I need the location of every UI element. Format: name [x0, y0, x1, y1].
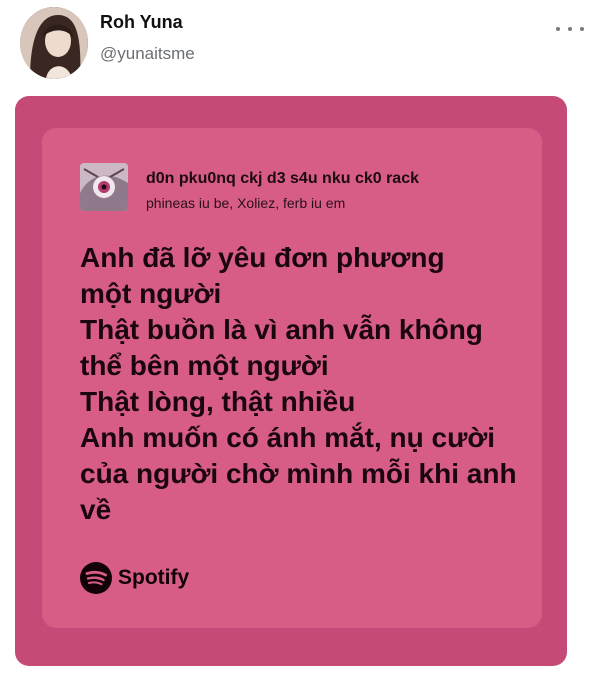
dot [556, 27, 560, 31]
spotify-brand: Spotify [80, 561, 189, 595]
dot [580, 27, 584, 31]
avatar-image [20, 7, 88, 79]
track-title: d0n pku0nq ckj d3 s4u nku ck0 rack [146, 170, 419, 187]
spotify-logo-icon [80, 562, 112, 594]
lyric-line: Anh đã lỡ yêu đơn phương [80, 242, 445, 273]
lyrics-text: Anh đã lỡ yêu đơn phương một người Thật … [80, 240, 530, 528]
lyric-line: Thật buồn là vì anh vẫn không [80, 314, 483, 345]
track-artists: phineas iu be, Xoliez, ferb iu em [146, 195, 346, 211]
author-name[interactable]: Roh Yuna [100, 12, 183, 33]
author-handle[interactable]: @yunaitsme [100, 44, 195, 64]
lyric-line: Thật lòng, thật nhiều [80, 386, 356, 417]
avatar[interactable] [20, 7, 88, 79]
spotify-wordmark: Spotify [118, 566, 190, 589]
lyric-line: về [80, 494, 112, 525]
album-cover-art [80, 163, 128, 211]
more-horizontal-icon[interactable] [556, 22, 584, 36]
post-header: Roh Yuna @yunaitsme [0, 0, 600, 90]
lyric-line: của người chờ mình mỗi khi anh [80, 458, 517, 489]
lyric-line: một người [80, 278, 222, 309]
lyric-line: Anh muốn có ánh mắt, nụ cười [80, 422, 496, 453]
album-cover [80, 163, 128, 211]
dot [568, 27, 572, 31]
lyric-line: thể bên một người [80, 350, 329, 381]
